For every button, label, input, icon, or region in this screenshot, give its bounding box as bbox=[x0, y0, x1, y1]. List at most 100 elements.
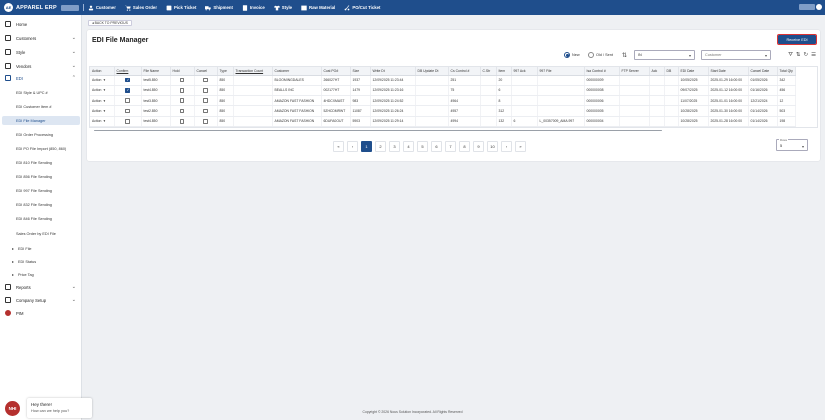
column-header[interactable]: Item bbox=[496, 67, 512, 76]
page-number-button[interactable]: 8 bbox=[459, 141, 470, 152]
page-number-button[interactable]: 4 bbox=[403, 141, 414, 152]
column-header[interactable]: Hold bbox=[170, 67, 195, 76]
radio-new[interactable]: New bbox=[564, 52, 580, 58]
sidebar-sub-edi-file-manager[interactable]: EDI File Manager bbox=[2, 116, 80, 125]
sidebar-sub-edi-997[interactable]: EDI 997 File Sending bbox=[2, 186, 80, 195]
sidebar-item-edi[interactable]: EDI ⌃ bbox=[0, 73, 82, 83]
prev-page-button[interactable]: ‹ bbox=[347, 141, 358, 152]
back-to-previous-button[interactable]: ◂ BACK TO PREVIOUS bbox=[88, 20, 132, 26]
column-header[interactable]: Isa Control # bbox=[584, 67, 620, 76]
cancel-checkbox[interactable] bbox=[203, 119, 208, 124]
hold-checkbox[interactable] bbox=[179, 88, 185, 93]
sidebar-item-customers[interactable]: Customers ⌄ bbox=[0, 33, 82, 43]
sidebar-sub-edi-810[interactable]: EDI 810 File Sending bbox=[2, 158, 80, 167]
receive-edi-button[interactable]: Receive EDI bbox=[776, 33, 818, 46]
column-header[interactable]: Action bbox=[90, 67, 115, 76]
sidebar-sub-edi-order-processing[interactable]: EDI Order Processing bbox=[2, 130, 80, 139]
sidebar-sub-edi-style-upc[interactable]: EDI Style & UPC # bbox=[2, 88, 80, 97]
sort-icon[interactable]: ⇅ bbox=[796, 52, 801, 59]
column-header[interactable]: Confirm bbox=[114, 67, 142, 76]
sidebar-sub-edi-customer-item[interactable]: EDI Customer Item # bbox=[2, 102, 80, 111]
confirm-checkbox[interactable] bbox=[125, 98, 130, 103]
page-number-button[interactable]: 9 bbox=[473, 141, 484, 152]
last-page-button[interactable]: » bbox=[515, 141, 526, 152]
sidebar-sub-sales-order-by-edi[interactable]: Sales Order by EDI File bbox=[2, 229, 80, 238]
column-header[interactable]: Type bbox=[217, 67, 234, 76]
row-action-menu[interactable]: Action ▾ bbox=[92, 78, 112, 82]
column-header[interactable]: Write Dt bbox=[370, 67, 416, 76]
row-action-menu[interactable]: Action ▾ bbox=[92, 109, 112, 113]
confirm-checkbox[interactable] bbox=[125, 88, 130, 93]
user-name[interactable] bbox=[799, 4, 815, 10]
hold-checkbox[interactable] bbox=[179, 77, 185, 83]
nav-style[interactable]: Style bbox=[273, 5, 292, 11]
scrollbar-thumb[interactable] bbox=[94, 129, 662, 132]
confirm-checkbox[interactable] bbox=[125, 108, 130, 114]
menu-icon[interactable]: ☰ bbox=[811, 52, 816, 59]
hold-checkbox[interactable] bbox=[179, 119, 185, 124]
rows-per-page-select[interactable]: Rows 5 ▾ bbox=[776, 138, 808, 151]
sidebar-group-edi-file[interactable]: ▸ EDI File bbox=[12, 244, 32, 253]
column-header[interactable]: Ack bbox=[649, 67, 665, 76]
horizontal-scrollbar[interactable] bbox=[89, 129, 818, 132]
column-header[interactable]: 997 File bbox=[537, 67, 585, 76]
page-number-button[interactable]: 7 bbox=[445, 141, 456, 152]
column-header[interactable]: 997 Ack bbox=[511, 67, 538, 76]
column-header[interactable]: Start Date bbox=[708, 67, 749, 76]
page-number-button[interactable]: 3 bbox=[389, 141, 400, 152]
refresh-icon[interactable]: ↻ bbox=[803, 52, 808, 59]
cancel-checkbox[interactable] bbox=[203, 108, 208, 114]
sidebar-item-pim[interactable]: PIM bbox=[0, 308, 82, 318]
column-header[interactable]: Customer bbox=[272, 67, 322, 76]
company-selector[interactable] bbox=[60, 4, 79, 11]
nav-raw-material[interactable]: Raw Material bbox=[301, 5, 335, 11]
nav-pick-ticket[interactable]: Pick Ticket bbox=[166, 5, 196, 11]
row-action-menu[interactable]: Action ▾ bbox=[92, 99, 112, 103]
nav-customer[interactable]: Customer bbox=[88, 5, 116, 11]
confirm-checkbox[interactable] bbox=[125, 119, 130, 124]
user-account-icon[interactable] bbox=[816, 3, 822, 10]
column-header[interactable]: File Name bbox=[141, 67, 171, 76]
page-number-button[interactable]: 5 bbox=[417, 141, 428, 152]
sidebar-group-edi-status[interactable]: ▸ EDI Status bbox=[12, 257, 36, 266]
nav-invoice[interactable]: Invoice bbox=[242, 4, 265, 11]
sidebar-item-vendors[interactable]: Vendors ⌄ bbox=[0, 61, 82, 71]
sidebar-sub-edi-856[interactable]: EDI 856 File Sending bbox=[2, 172, 80, 181]
column-header[interactable]: DB Update Dt bbox=[415, 67, 449, 76]
column-header[interactable]: EDI Date bbox=[678, 67, 709, 76]
sidebar-sub-edi-832[interactable]: EDI 832 File Sending bbox=[2, 200, 80, 209]
app-logo[interactable]: AE APPAREL ERP bbox=[4, 3, 57, 12]
sidebar-item-style[interactable]: Style ⌄ bbox=[0, 47, 82, 57]
column-header[interactable]: Total Qty bbox=[777, 67, 796, 76]
hold-checkbox[interactable] bbox=[179, 108, 185, 114]
cancel-checkbox[interactable] bbox=[203, 98, 208, 103]
column-header[interactable]: Transaction Count bbox=[233, 67, 273, 76]
column-header[interactable]: Cust PO# bbox=[321, 67, 351, 76]
sidebar-item-reports[interactable]: Reports ⌄ bbox=[0, 282, 82, 292]
row-action-menu[interactable]: Action ▾ bbox=[92, 88, 112, 92]
column-header[interactable]: C.Str bbox=[480, 67, 497, 76]
confirm-checkbox[interactable] bbox=[125, 78, 130, 83]
nav-sales-order[interactable]: Sales Order bbox=[124, 5, 157, 11]
nav-shipment[interactable]: Shipment bbox=[205, 5, 233, 11]
sidebar-item-company-setup[interactable]: Company Setup ⌄ bbox=[0, 295, 82, 305]
page-number-button[interactable]: 1 bbox=[361, 141, 372, 152]
nav-po-cut-ticket[interactable]: PO/Cut Ticket bbox=[344, 4, 380, 11]
cancel-checkbox[interactable] bbox=[203, 77, 208, 83]
sidebar-sub-edi-846[interactable]: EDI 846 File Sending bbox=[2, 214, 80, 223]
chat-greeting-bubble[interactable]: Hey there! How can we help you? bbox=[27, 398, 92, 418]
column-header[interactable]: DB bbox=[664, 67, 679, 76]
page-number-button[interactable]: 6 bbox=[431, 141, 442, 152]
sort-toggle-icon[interactable]: ⇅ bbox=[622, 52, 627, 59]
column-header[interactable]: Cs Control # bbox=[448, 67, 481, 76]
page-number-button[interactable]: 10 bbox=[487, 141, 498, 152]
next-page-button[interactable]: › bbox=[501, 141, 512, 152]
column-header[interactable]: Size bbox=[350, 67, 371, 76]
row-action-menu[interactable]: Action ▾ bbox=[92, 119, 112, 123]
sidebar-sub-edi-po-import[interactable]: EDI PO File Import (850, 860) bbox=[2, 144, 80, 153]
column-header[interactable]: FTP Server bbox=[619, 67, 650, 76]
page-number-button[interactable]: 2 bbox=[375, 141, 386, 152]
sidebar-item-home[interactable]: Home bbox=[0, 19, 82, 29]
radio-old-sent[interactable]: Old / Sent bbox=[588, 52, 613, 58]
column-header[interactable]: Cancel Date bbox=[748, 67, 778, 76]
